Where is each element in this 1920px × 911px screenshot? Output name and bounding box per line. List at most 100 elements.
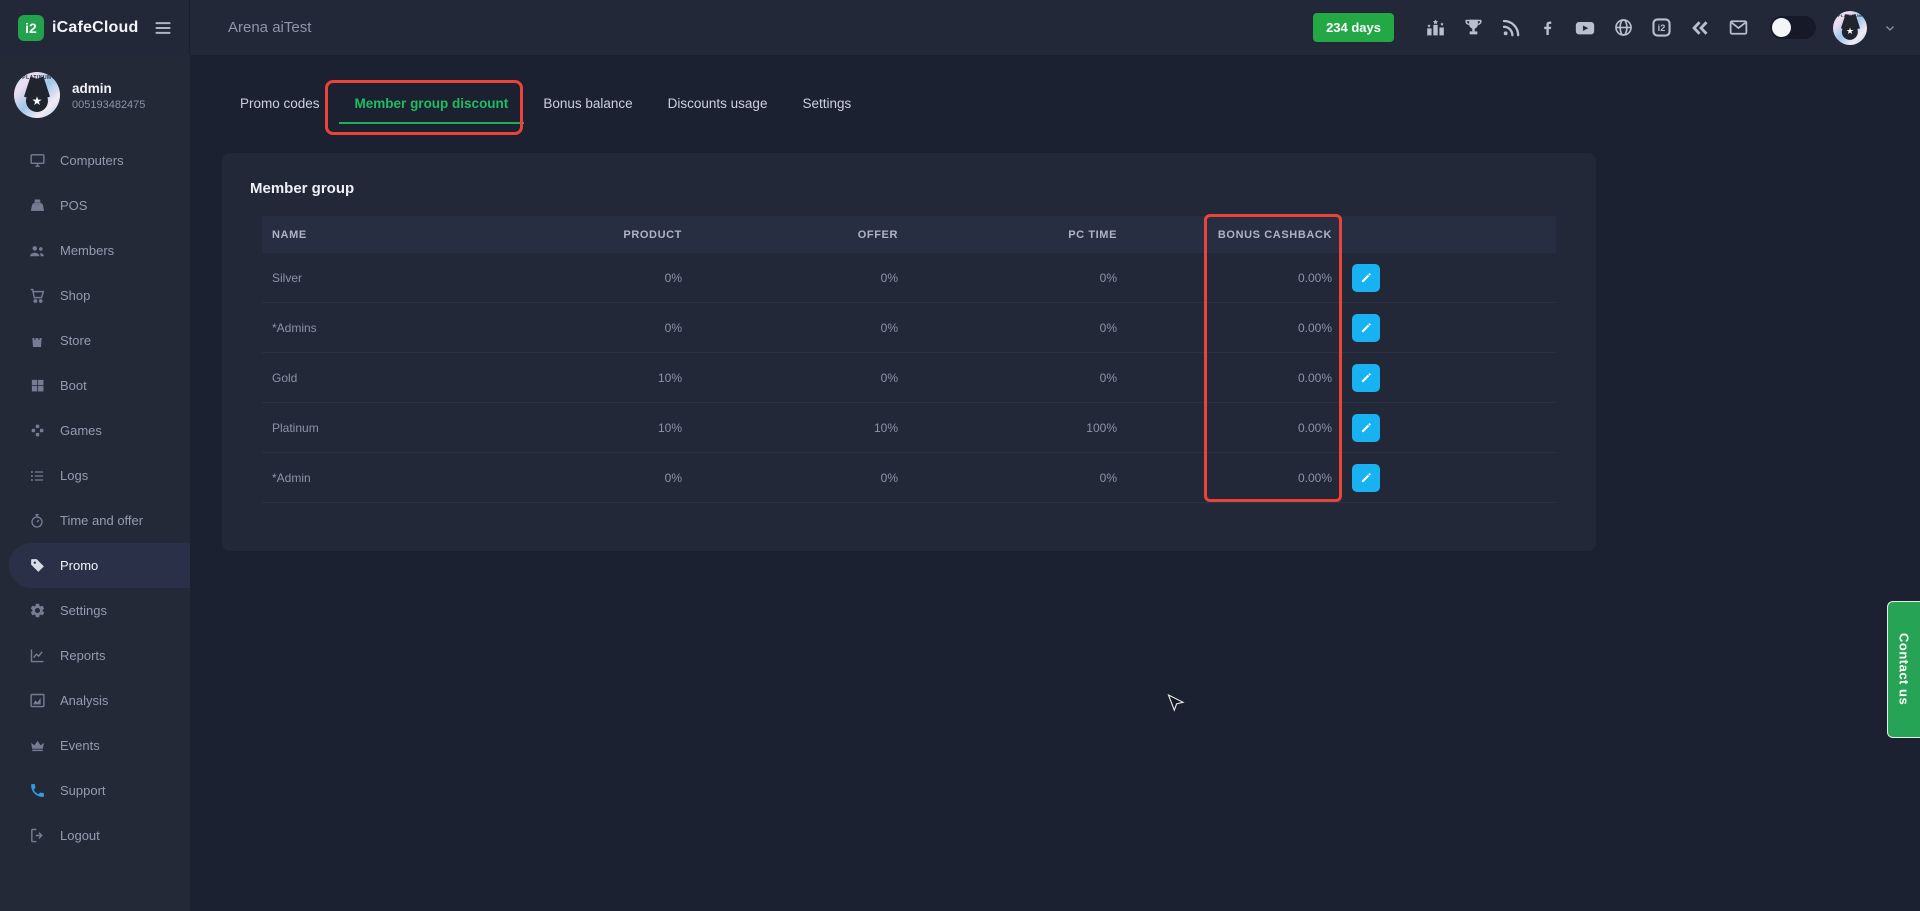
- cell-pc-time: 0%: [898, 371, 1117, 385]
- people-icon: [28, 242, 46, 260]
- sidebar-item-label: Reports: [60, 648, 106, 663]
- cell-offer: 0%: [682, 371, 898, 385]
- sidebar-item-label: Support: [60, 783, 106, 798]
- table-header-row: NAME PRODUCT OFFER PC TIME BONUS CASHBAC…: [262, 216, 1556, 253]
- chevron-down-icon[interactable]: [1884, 22, 1896, 34]
- menu-toggle-icon[interactable]: [153, 18, 173, 38]
- page-title: Arena aiTest: [228, 19, 311, 36]
- user-avatar[interactable]: PLATINUM ★: [1833, 11, 1867, 45]
- sidebar-item-computers[interactable]: Computers: [0, 138, 190, 183]
- edit-row-button[interactable]: [1352, 464, 1380, 492]
- windows-icon: [28, 378, 46, 393]
- sidebar-item-pos[interactable]: POS: [0, 183, 190, 228]
- cell-name: Platinum: [262, 421, 466, 435]
- sidebar-item-events[interactable]: Events: [0, 723, 190, 768]
- cell-pc-time: 0%: [898, 321, 1117, 335]
- cell-pc-time: 100%: [898, 421, 1117, 435]
- sidebar-item-games[interactable]: Games: [0, 408, 190, 453]
- cell-bonus-cashback: 0.00%: [1117, 421, 1332, 435]
- cell-product: 10%: [466, 421, 682, 435]
- icafecloud-app: { "brand": { "name": "iCafeCloud", "logo…: [0, 0, 1920, 911]
- sidebar-item-shop[interactable]: Shop: [0, 273, 190, 318]
- theme-toggle[interactable]: [1770, 16, 1816, 39]
- logout-icon: [28, 827, 46, 844]
- cell-bonus-cashback: 0.00%: [1117, 271, 1332, 285]
- icafecloud-icon[interactable]: i2: [1651, 17, 1672, 38]
- sidebar-item-label: Members: [60, 243, 114, 258]
- sidebar-item-reports[interactable]: Reports: [0, 633, 190, 678]
- sidebar-item-logs[interactable]: Logs: [0, 453, 190, 498]
- brand-logo[interactable]: i2 iCafeCloud: [18, 15, 138, 41]
- sidebar-item-support[interactable]: Support: [0, 768, 190, 813]
- subscription-days-badge[interactable]: 234 days: [1313, 13, 1394, 42]
- column-header-product: PRODUCT: [466, 229, 682, 241]
- sidebar-item-label: Games: [60, 423, 102, 438]
- sidebar-item-label: Events: [60, 738, 100, 753]
- cell-product: 0%: [466, 471, 682, 485]
- sidebar-item-settings[interactable]: Settings: [0, 588, 190, 633]
- sidebar-item-label: Time and offer: [60, 513, 143, 528]
- cell-name: Gold: [262, 371, 466, 385]
- theme-toggle-knob: [1772, 18, 1791, 37]
- tab-discounts-usage[interactable]: Discounts usage: [668, 96, 768, 111]
- cell-name: Silver: [262, 271, 466, 285]
- member-group-table: NAME PRODUCT OFFER PC TIME BONUS CASHBAC…: [262, 216, 1556, 503]
- sidebar-item-promo[interactable]: Promo: [9, 543, 190, 588]
- promo-tabs: Promo codes Member group discount Bonus …: [190, 55, 1920, 111]
- bag-icon: [28, 333, 46, 349]
- sidebar-item-members[interactable]: Members: [0, 228, 190, 273]
- medal-icon: ★: [1842, 23, 1858, 39]
- sidebar-item-label: Analysis: [60, 693, 108, 708]
- member-group-card: Member group NAME PRODUCT OFFER PC TIME …: [222, 153, 1596, 551]
- tab-bonus-balance[interactable]: Bonus balance: [543, 96, 632, 111]
- sidebar-item-time-and-offer[interactable]: Time and offer: [0, 498, 190, 543]
- layers-icon[interactable]: [1689, 17, 1711, 39]
- sidebar-item-label: Computers: [60, 153, 124, 168]
- profile-user-id: 005193482475: [72, 99, 145, 111]
- profile-avatar: PLATINUM ★: [14, 72, 60, 118]
- table-row-admins: *Admins 0% 0% 0% 0.00%: [262, 303, 1556, 353]
- rss-icon[interactable]: [1501, 18, 1521, 38]
- column-header-offer: OFFER: [682, 229, 898, 241]
- cell-pc-time: 0%: [898, 271, 1117, 285]
- cell-bonus-cashback: 0.00%: [1117, 371, 1332, 385]
- cell-bonus-cashback: 0.00%: [1117, 321, 1332, 335]
- sidebar-item-logout[interactable]: Logout: [0, 813, 190, 858]
- cell-pc-time: 0%: [898, 471, 1117, 485]
- tag-icon: [28, 557, 46, 574]
- trophy-icon[interactable]: [1463, 17, 1484, 38]
- cell-actions: [1332, 364, 1556, 392]
- table-row-silver: Silver 0% 0% 0% 0.00%: [262, 253, 1556, 303]
- cell-name: *Admins: [262, 321, 466, 335]
- table-row-admin: *Admin 0% 0% 0% 0.00%: [262, 453, 1556, 503]
- column-header-pc-time: PC TIME: [898, 229, 1117, 241]
- table-row-platinum: Platinum 10% 10% 100% 0.00%: [262, 403, 1556, 453]
- tab-promo-codes[interactable]: Promo codes: [240, 96, 320, 111]
- brand-name: iCafeCloud: [52, 19, 138, 37]
- tab-member-group-discount[interactable]: Member group discount: [355, 96, 509, 111]
- sidebar-item-label: Logs: [60, 468, 88, 483]
- sidebar-item-analysis[interactable]: Analysis: [0, 678, 190, 723]
- edit-row-button[interactable]: [1352, 364, 1380, 392]
- globe-icon[interactable]: [1613, 17, 1634, 38]
- cell-offer: 0%: [682, 321, 898, 335]
- sidebar-profile[interactable]: PLATINUM ★ admin 005193482475: [0, 55, 190, 130]
- edit-row-button[interactable]: [1352, 314, 1380, 342]
- cell-name: *Admin: [262, 471, 466, 485]
- phone-icon: [28, 782, 46, 799]
- column-header-name: NAME: [262, 229, 466, 241]
- edit-row-button[interactable]: [1352, 264, 1380, 292]
- monitor-icon: [28, 152, 46, 169]
- sidebar-item-store[interactable]: Store: [0, 318, 190, 363]
- mail-icon[interactable]: [1728, 17, 1749, 38]
- sidebar-item-boot[interactable]: Boot: [0, 363, 190, 408]
- crown-icon: [28, 737, 46, 754]
- ranking-icon[interactable]: [1425, 17, 1446, 38]
- tab-settings[interactable]: Settings: [802, 96, 851, 111]
- sidebar-item-label: Shop: [60, 288, 90, 303]
- youtube-icon[interactable]: [1574, 17, 1596, 39]
- contact-us-button[interactable]: Contact us: [1887, 601, 1920, 738]
- facebook-icon[interactable]: [1538, 18, 1557, 37]
- edit-row-button[interactable]: [1352, 414, 1380, 442]
- cell-actions: [1332, 414, 1556, 442]
